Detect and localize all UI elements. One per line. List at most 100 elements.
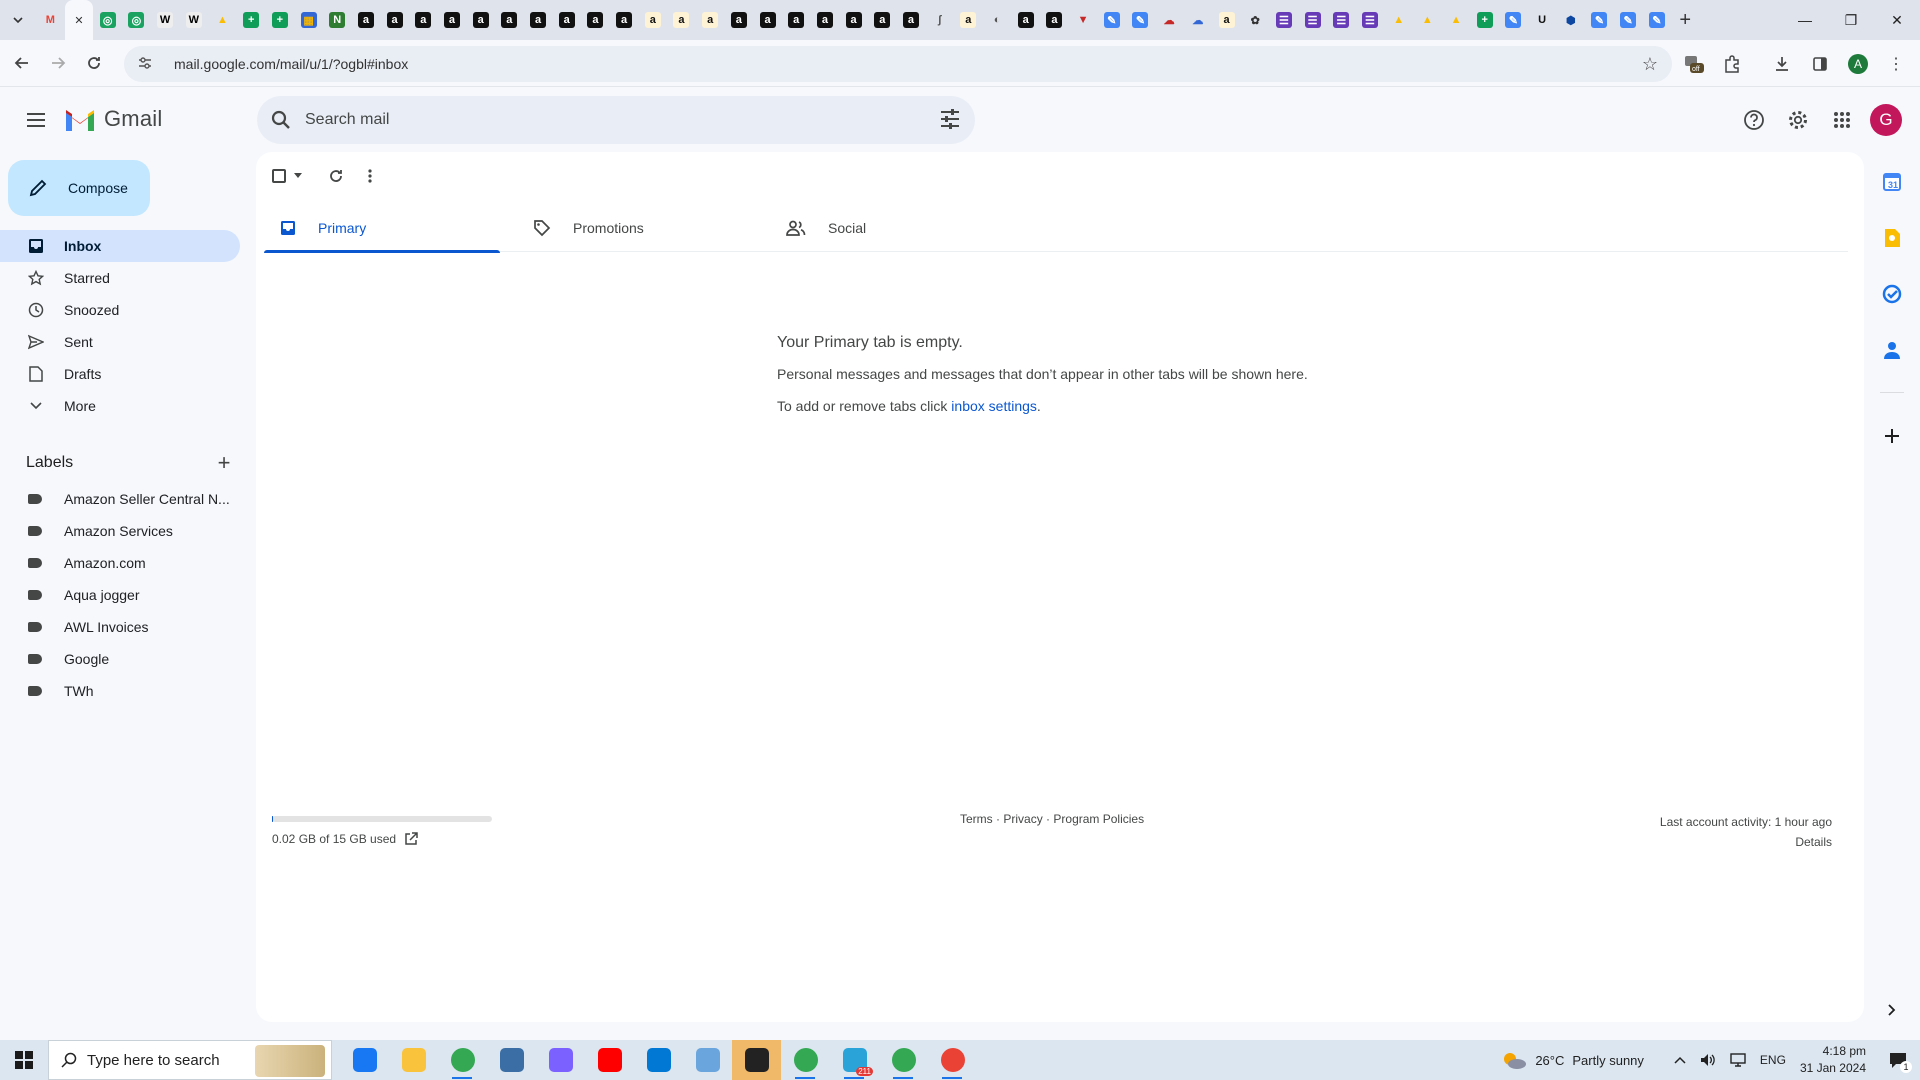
browser-tab[interactable]: W — [151, 0, 180, 40]
browser-tab[interactable]: M — [36, 0, 65, 40]
extension-off-icon[interactable]: off — [1676, 46, 1712, 82]
taskbar-app[interactable] — [634, 1040, 683, 1080]
select-all-checkbox[interactable] — [272, 169, 286, 183]
browser-tab[interactable]: ✎ — [1097, 0, 1126, 40]
browser-tab[interactable]: ✿ — [1241, 0, 1270, 40]
address-bar[interactable]: mail.google.com/mail/u/1/?ogbl#inbox ☆ — [124, 46, 1672, 82]
tab-promotions[interactable]: Promotions — [517, 204, 753, 252]
close-window-button[interactable]: ✕ — [1874, 0, 1920, 40]
browser-tab[interactable]: a — [352, 0, 381, 40]
show-hidden-icons-chevron-icon[interactable] — [1674, 1056, 1686, 1064]
label-item[interactable]: Amazon Services — [0, 515, 240, 547]
create-label-plus-icon[interactable]: + — [212, 450, 236, 476]
browser-tab[interactable]: ☰ — [1356, 0, 1385, 40]
browser-tab[interactable]: a — [782, 0, 811, 40]
browser-tab[interactable]: N — [323, 0, 352, 40]
nav-item-sent[interactable]: Sent — [0, 326, 240, 358]
label-item[interactable]: Google — [0, 643, 240, 675]
get-addons-plus-icon[interactable] — [1876, 420, 1908, 452]
taskbar-clock[interactable]: 4:18 pm 31 Jan 2024 — [1800, 1043, 1866, 1077]
nav-item-starred[interactable]: Starred — [0, 262, 240, 294]
network-icon[interactable] — [1730, 1053, 1746, 1067]
calendar-icon[interactable]: 31 — [1876, 166, 1908, 198]
browser-tab[interactable]: ⬢ — [1556, 0, 1585, 40]
taskbar-app[interactable] — [683, 1040, 732, 1080]
back-button[interactable] — [4, 45, 40, 81]
browser-tab[interactable]: a — [696, 0, 725, 40]
browser-tab[interactable]: ☁ — [1184, 0, 1213, 40]
side-panel-icon[interactable] — [1802, 46, 1838, 82]
privacy-link[interactable]: Privacy — [1003, 812, 1042, 826]
browser-tab[interactable]: ▼ — [1069, 0, 1098, 40]
browser-tab[interactable]: a — [897, 0, 926, 40]
browser-tab[interactable]: a — [1011, 0, 1040, 40]
tab-search-button[interactable] — [0, 0, 36, 40]
search-bar[interactable] — [257, 96, 975, 144]
browser-tab[interactable]: a — [954, 0, 983, 40]
browser-tab[interactable]: ☁ — [1155, 0, 1184, 40]
refresh-icon[interactable] — [328, 162, 344, 190]
details-link[interactable]: Details — [1660, 832, 1832, 852]
browser-tab[interactable]: ✎ — [1614, 0, 1643, 40]
contacts-icon[interactable] — [1876, 334, 1908, 366]
minimize-button[interactable]: — — [1782, 0, 1828, 40]
taskbar-app[interactable] — [928, 1040, 977, 1080]
browser-tab[interactable]: ◐ — [983, 0, 1012, 40]
browser-tab[interactable]: a — [868, 0, 897, 40]
browser-tab[interactable]: a — [1212, 0, 1241, 40]
input-language[interactable]: ENG — [1760, 1053, 1786, 1067]
browser-tab[interactable]: ◎ — [93, 0, 122, 40]
nav-item-drafts[interactable]: Drafts — [0, 358, 240, 390]
compose-button[interactable]: Compose — [8, 160, 150, 216]
settings-gear-icon[interactable] — [1778, 100, 1818, 140]
label-item[interactable]: AWL Invoices — [0, 611, 240, 643]
browser-tab[interactable]: a — [581, 0, 610, 40]
taskbar-search[interactable]: Type here to search — [48, 1040, 332, 1080]
main-menu-button[interactable] — [16, 100, 56, 140]
hide-side-panel-chevron-icon[interactable] — [1876, 994, 1908, 1026]
program-policies-link[interactable]: Program Policies — [1053, 812, 1144, 826]
taskbar-app[interactable] — [781, 1040, 830, 1080]
chrome-profile-avatar[interactable]: A — [1840, 46, 1876, 82]
browser-tab[interactable]: a — [552, 0, 581, 40]
browser-tab[interactable]: a — [438, 0, 467, 40]
nav-item-inbox[interactable]: Inbox — [0, 230, 240, 262]
search-input[interactable] — [305, 111, 865, 129]
nav-item-snoozed[interactable]: Snoozed — [0, 294, 240, 326]
browser-tab[interactable]: a — [466, 0, 495, 40]
gmail-logo[interactable]: Gmail — [64, 106, 162, 132]
browser-tab[interactable]: a — [1040, 0, 1069, 40]
browser-tab[interactable]: ▲ — [208, 0, 237, 40]
browser-tab[interactable]: ✎ — [1499, 0, 1528, 40]
browser-tab[interactable]: a — [725, 0, 754, 40]
chrome-menu-icon[interactable]: ⋮ — [1878, 46, 1914, 82]
nav-item-more[interactable]: More — [0, 390, 240, 422]
browser-tab[interactable]: a — [495, 0, 524, 40]
browser-tab[interactable]: a — [380, 0, 409, 40]
inbox-settings-link[interactable]: inbox settings — [951, 398, 1037, 414]
select-dropdown[interactable] — [272, 162, 302, 190]
open-external-icon[interactable] — [404, 832, 418, 846]
tasks-icon[interactable] — [1876, 278, 1908, 310]
browser-tab[interactable]: a — [667, 0, 696, 40]
taskbar-app[interactable] — [536, 1040, 585, 1080]
browser-tab[interactable]: ☰ — [1270, 0, 1299, 40]
tab-social[interactable]: Social — [770, 204, 1006, 252]
downloads-icon[interactable] — [1764, 46, 1800, 82]
browser-tab[interactable]: + — [237, 0, 266, 40]
more-options-icon[interactable] — [368, 162, 372, 190]
browser-tab[interactable]: a — [811, 0, 840, 40]
account-avatar[interactable]: G — [1870, 104, 1902, 136]
notification-center-icon[interactable]: 1 — [1888, 1051, 1912, 1073]
keep-icon[interactable] — [1876, 222, 1908, 254]
label-item[interactable]: Amazon Seller Central N... — [0, 483, 240, 515]
browser-tab[interactable]: ✎ — [1643, 0, 1672, 40]
taskbar-app[interactable] — [487, 1040, 536, 1080]
browser-tab[interactable]: ✎ — [1585, 0, 1614, 40]
taskbar-app[interactable] — [389, 1040, 438, 1080]
tab-primary[interactable]: Primary — [264, 204, 500, 253]
browser-tab[interactable]: ▦ — [294, 0, 323, 40]
new-tab-button[interactable]: + — [1671, 0, 1699, 40]
taskbar-app[interactable] — [438, 1040, 487, 1080]
browser-tab[interactable]: ▲ — [1442, 0, 1471, 40]
